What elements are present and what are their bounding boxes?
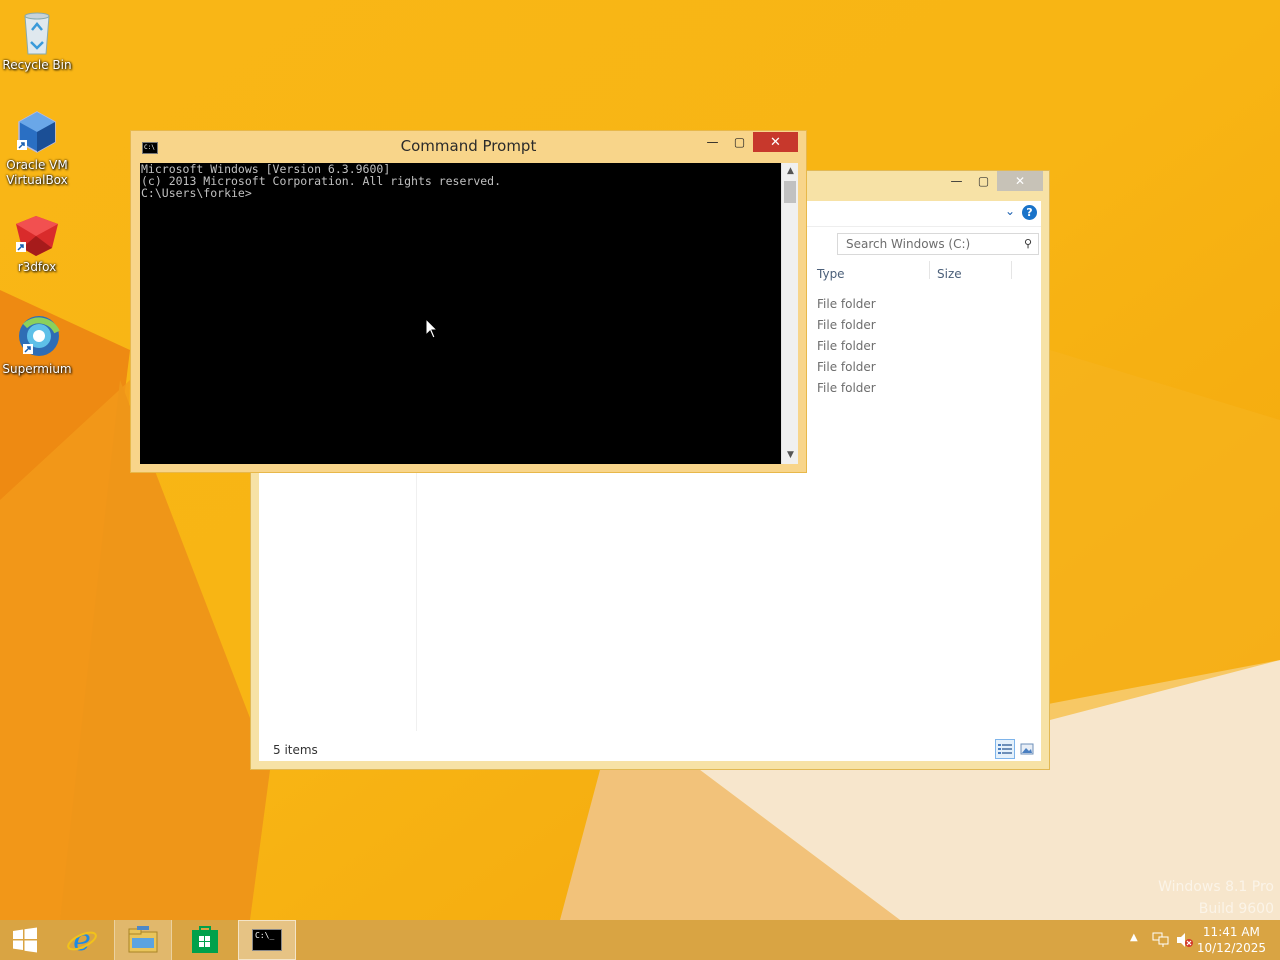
- vertical-scrollbar[interactable]: ▲ ▼: [781, 163, 798, 464]
- taskbar: e C:\_ ▲ 11:41 AM 10/12/2025: [0, 920, 1280, 960]
- list-item-type[interactable]: File folder: [817, 318, 876, 332]
- minimize-button[interactable]: —: [943, 171, 970, 191]
- minimize-icon: —: [950, 174, 963, 188]
- desktop-icon-r3dfox[interactable]: r3dfox: [0, 214, 74, 275]
- scrollbar-thumb[interactable]: [784, 181, 796, 203]
- scroll-up-arrow-icon[interactable]: ▲: [782, 163, 799, 180]
- internet-explorer-icon: e: [67, 924, 97, 956]
- search-placeholder: Search Windows (C:): [846, 237, 971, 251]
- file-explorer-icon: [128, 926, 158, 953]
- cmd-title-buttons: — ▢ ✕: [699, 132, 798, 152]
- column-header-size[interactable]: Size: [937, 267, 962, 281]
- watermark-build: Build 9600: [1198, 901, 1274, 917]
- command-prompt-taskbar-icon: C:\_: [252, 929, 282, 951]
- search-input[interactable]: Search Windows (C:) ⚲: [837, 233, 1039, 255]
- list-item-type[interactable]: File folder: [817, 339, 876, 353]
- list-item-type[interactable]: File folder: [817, 381, 876, 395]
- command-prompt-window[interactable]: C:\ Command Prompt — ▢ ✕ Microsoft Windo…: [130, 130, 807, 473]
- watermark-edition: Windows 8.1 Pro: [1158, 879, 1274, 895]
- start-button[interactable]: [0, 920, 50, 960]
- minimize-icon: —: [706, 135, 719, 149]
- taskbar-clock[interactable]: 11:41 AM 10/12/2025: [1197, 924, 1266, 956]
- column-divider[interactable]: [1011, 261, 1012, 279]
- list-item-type[interactable]: File folder: [817, 360, 876, 374]
- large-icons-view-button[interactable]: [1017, 739, 1037, 759]
- close-icon: ✕: [1014, 174, 1026, 188]
- system-tray: ▲ 11:41 AM 10/12/2025: [1120, 920, 1280, 960]
- r3dfox-icon: [16, 216, 58, 256]
- navigation-pane[interactable]: [259, 471, 417, 731]
- column-header-type[interactable]: Type: [817, 267, 845, 281]
- scroll-down-arrow-icon[interactable]: ▼: [782, 447, 799, 464]
- close-icon: ✕: [770, 134, 781, 150]
- windows-build-watermark: Windows 8.1 Pro Build 9600: [1158, 876, 1274, 920]
- cmd-icon-text: C:\_: [255, 931, 275, 940]
- desktop-icon-label: Recycle Bin: [2, 58, 72, 72]
- desktop-icon-recycle-bin[interactable]: Recycle Bin: [0, 8, 74, 73]
- close-button[interactable]: ✕: [753, 132, 798, 152]
- expand-ribbon-chevron-icon[interactable]: ⌄: [1005, 204, 1015, 218]
- status-item-count: 5 items: [273, 743, 318, 757]
- details-view-button[interactable]: [995, 739, 1015, 759]
- clock-date: 10/12/2025: [1196, 941, 1266, 955]
- large-icons-view-icon: [1020, 743, 1034, 755]
- network-icon[interactable]: [1152, 932, 1170, 948]
- desktop-icon-supermium[interactable]: Supermium: [0, 312, 74, 377]
- maximize-button[interactable]: ▢: [726, 132, 753, 152]
- list-item-type[interactable]: File folder: [817, 297, 876, 311]
- windows-logo-icon: [13, 927, 37, 953]
- store-icon: [192, 926, 218, 953]
- volume-muted-icon[interactable]: [1176, 932, 1194, 948]
- maximize-button[interactable]: ▢: [970, 171, 997, 191]
- desktop-icon-label: r3dfox: [17, 260, 57, 274]
- mouse-cursor-icon: [425, 318, 439, 339]
- desktop-icon-label: Oracle VM VirtualBox: [6, 158, 68, 187]
- maximize-icon: ▢: [977, 174, 990, 188]
- details-view-icon: [998, 744, 1012, 754]
- desktop-icon-label: Supermium: [2, 362, 72, 376]
- close-button[interactable]: ✕: [997, 171, 1043, 191]
- taskbar-file-explorer[interactable]: [114, 920, 172, 960]
- taskbar-internet-explorer[interactable]: e: [56, 920, 108, 960]
- desktop-icon-virtualbox[interactable]: Oracle VM VirtualBox: [0, 108, 74, 188]
- svg-text:e: e: [73, 924, 91, 956]
- clock-time: 11:41 AM: [1202, 925, 1260, 939]
- taskbar-command-prompt[interactable]: C:\_: [238, 920, 296, 960]
- search-icon[interactable]: ⚲: [1024, 237, 1032, 250]
- supermium-icon: [19, 316, 60, 356]
- maximize-icon: ▢: [733, 135, 746, 149]
- console-prompt-line: C:\Users\forkie>: [141, 186, 252, 200]
- recycle-bin-icon: [24, 12, 50, 55]
- minimize-button[interactable]: —: [699, 132, 726, 152]
- taskbar-store[interactable]: [178, 920, 232, 960]
- virtualbox-icon: [17, 111, 56, 153]
- help-icon[interactable]: ?: [1022, 205, 1037, 220]
- console-output[interactable]: Microsoft Windows [Version 6.3.9600] (c) …: [140, 163, 781, 464]
- explorer-title-buttons: — ▢ ✕: [943, 171, 1043, 193]
- show-hidden-icons-chevron-icon[interactable]: ▲: [1130, 932, 1138, 943]
- column-divider[interactable]: [929, 261, 930, 279]
